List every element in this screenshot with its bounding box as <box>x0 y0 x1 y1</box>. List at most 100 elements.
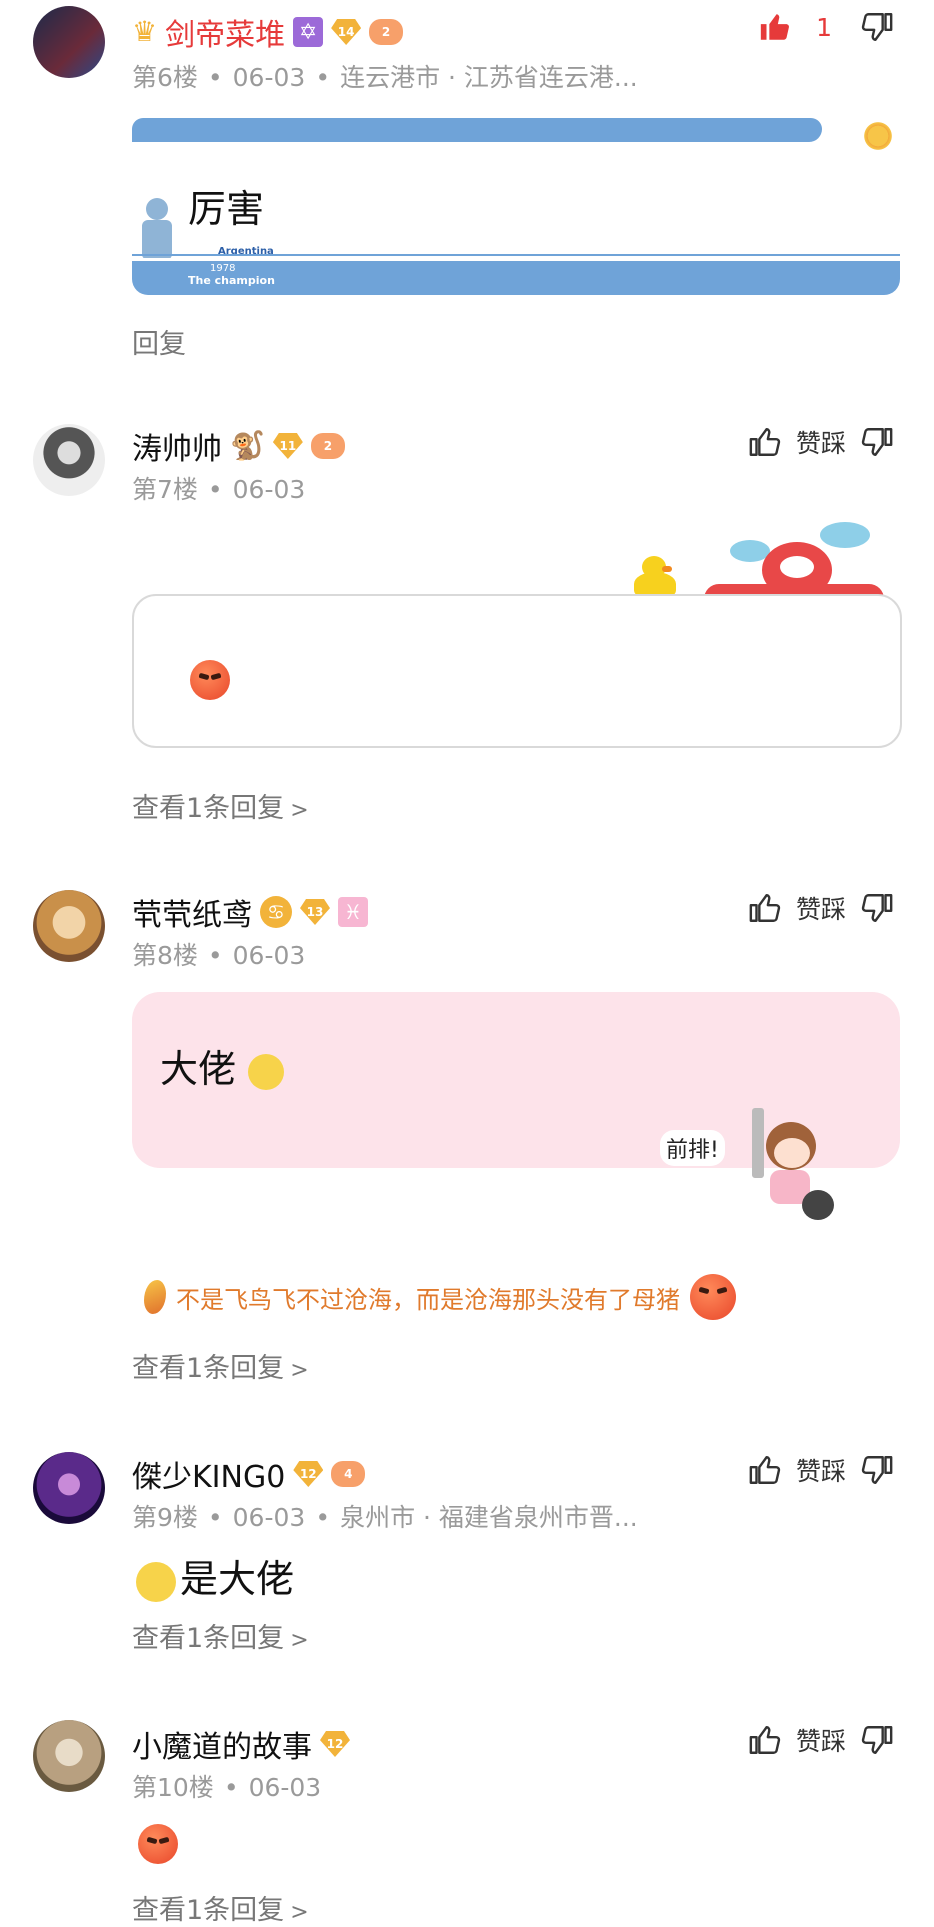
thumbs-down-icon[interactable] <box>860 1723 894 1757</box>
angry-face-emoji-icon <box>138 1824 178 1864</box>
worried-face-emoji-icon <box>248 1053 285 1090</box>
comment-floor-7: 涛帅帅 🐒 11 2 赞踩 第7楼 • 06-03 查看1条回复 > <box>0 410 934 850</box>
signature-text: 不是飞鸟飞不过沧海，而是沧海那头没有了母猪 <box>176 1285 680 1314</box>
username-row: ♛ 剑帝菜堆 ✡ 14 2 <box>132 10 404 54</box>
vote-area: 赞踩 <box>748 424 894 460</box>
comment-floor-9: 傑少KING0 12 4 赞踩 第9楼 • 06-03 • 泉州市 · 福建省泉州市晋.… <box>0 1440 934 1670</box>
post-date: 06-03 <box>232 63 306 92</box>
username-row: 涛帅帅 🐒 11 2 <box>132 424 345 468</box>
floor-number: 第8楼 <box>132 941 198 970</box>
view-replies-link[interactable]: 查看1条回复 > <box>132 1616 309 1655</box>
sticker-caption: The champion <box>188 274 275 287</box>
level-badge: 13 <box>300 899 330 925</box>
view-replies-label: 查看1条回复 <box>132 1623 285 1654</box>
game-badge: 4 <box>331 1461 366 1487</box>
avatar[interactable] <box>33 6 105 78</box>
game-badge: 2 <box>369 19 404 45</box>
thumbs-down-icon[interactable] <box>860 1453 894 1487</box>
duck-sticker-icon <box>632 556 676 596</box>
thumbs-up-icon[interactable] <box>748 891 782 925</box>
view-replies-link[interactable]: 查看1条回复 > <box>132 1888 309 1927</box>
vote-area: 赞踩 <box>748 1722 894 1758</box>
avatar[interactable] <box>33 890 105 962</box>
thumbs-down-icon[interactable] <box>860 425 894 459</box>
comment-text: 是大佬 <box>136 1548 294 1603</box>
thumbs-down-icon[interactable] <box>860 891 894 925</box>
user-signature: 不是飞鸟飞不过沧海，而是沧海那头没有了母猪 <box>144 1274 736 1320</box>
username-row: 小魔道的故事 12 <box>132 1722 350 1766</box>
vote-label: 赞踩 <box>795 895 846 924</box>
vote-area: 1 <box>758 10 894 44</box>
avatar[interactable] <box>33 1720 105 1792</box>
sticker-label: 前排! <box>660 1130 725 1166</box>
floor-number: 第6楼 <box>132 63 198 92</box>
username[interactable]: 傑少KING0 <box>132 1452 285 1496</box>
vote-area: 赞踩 <box>748 890 894 926</box>
post-meta: 第10楼 • 06-03 <box>132 1773 322 1802</box>
avatar[interactable] <box>33 1452 105 1524</box>
post-date: 06-03 <box>232 941 306 970</box>
vote-label: 赞踩 <box>795 1727 846 1756</box>
level-badge: 14 <box>331 19 362 45</box>
thumbs-up-filled-icon[interactable] <box>758 10 792 44</box>
post-date: 06-03 <box>232 475 306 504</box>
monkey-icon: 🐒 <box>230 429 265 462</box>
crown-icon: ♛ <box>132 15 158 48</box>
floor-number: 第10楼 <box>132 1773 214 1802</box>
comment-text: 厉害 <box>188 187 265 231</box>
view-replies-label: 查看1条回复 <box>132 793 285 824</box>
view-replies-label: 查看1条回复 <box>132 1895 285 1926</box>
angry-face-emoji-icon <box>190 660 230 700</box>
bubble-thin-stripe <box>132 254 900 256</box>
post-date: 06-03 <box>248 1773 322 1802</box>
angry-face-emoji-icon <box>690 1274 736 1320</box>
reply-button[interactable]: 回复 <box>132 322 186 361</box>
location: 泉州市 · 福建省泉州市晋... <box>340 1503 638 1532</box>
star-of-david-icon: ✡ <box>293 17 324 47</box>
sweat-face-emoji-icon <box>136 1561 176 1602</box>
pisces-zodiac-icon: ♓ <box>338 897 368 927</box>
thumbs-up-icon[interactable] <box>748 1723 782 1757</box>
comment-floor-10: 小魔道的故事 12 赞踩 第10楼 • 06-03 查看1条回复 > <box>0 1710 934 1926</box>
username-row: 傑少KING0 12 4 <box>132 1452 366 1496</box>
view-replies-label: 查看1条回复 <box>132 1353 285 1384</box>
floor-number: 第7楼 <box>132 475 198 504</box>
cancer-zodiac-icon: ♋ <box>260 896 292 928</box>
flame-icon <box>144 1280 166 1314</box>
thumbs-up-icon[interactable] <box>748 1453 782 1487</box>
game-badge: 2 <box>310 433 345 459</box>
comment-floor-6: ♛ 剑帝菜堆 ✡ 14 2 1 第6楼 • 06-03 • 连云港市 · 江苏省连云港.… <box>0 0 934 380</box>
thumbs-down-icon[interactable] <box>860 10 894 44</box>
chevron-right-icon: > <box>290 1900 309 1925</box>
username[interactable]: 涛帅帅 <box>132 424 222 468</box>
username[interactable]: 小魔道的故事 <box>132 1722 312 1766</box>
bubble-top-stripe <box>132 118 822 142</box>
view-replies-link[interactable]: 查看1条回复 > <box>132 1346 309 1385</box>
view-replies-link[interactable]: 查看1条回复 > <box>132 786 309 825</box>
vote-label: 赞踩 <box>795 1457 846 1486</box>
level-badge: 11 <box>272 433 303 459</box>
comment-text: 大佬 <box>160 1038 285 1093</box>
like-count: 1 <box>816 12 832 42</box>
location: 连云港市 · 江苏省连云港... <box>340 63 638 92</box>
vote-label: 赞踩 <box>795 429 846 458</box>
avatar[interactable] <box>33 424 105 496</box>
username-row: 茕茕纸鸢 ♋ 13 ♓ <box>132 890 368 934</box>
comment-bubble <box>132 594 902 748</box>
sun-icon <box>862 120 894 152</box>
thumbs-up-icon[interactable] <box>748 425 782 459</box>
vote-area: 赞踩 <box>748 1452 894 1488</box>
level-badge: 12 <box>320 1731 350 1757</box>
sticker-year: 1978 <box>210 263 236 274</box>
comment-bubble: 厉害 Argentina 1978 The champion <box>132 118 900 295</box>
girl-sticker: 前排! <box>656 1104 856 1224</box>
post-meta: 第7楼 • 06-03 <box>132 475 306 504</box>
username[interactable]: 茕茕纸鸢 <box>132 890 252 934</box>
chevron-right-icon: > <box>290 798 309 823</box>
username[interactable]: 剑帝菜堆 <box>165 10 285 54</box>
post-meta: 第6楼 • 06-03 • 连云港市 · 江苏省连云港... <box>132 63 638 92</box>
comment-floor-8: 茕茕纸鸢 ♋ 13 ♓ 赞踩 第8楼 • 06-03 大佬 前排! 不是飞鸟飞不过沧… <box>0 876 934 1396</box>
comment-text-value: 是大佬 <box>180 1557 295 1601</box>
chevron-right-icon: > <box>290 1358 309 1383</box>
comment-text-value: 大佬 <box>160 1047 237 1091</box>
